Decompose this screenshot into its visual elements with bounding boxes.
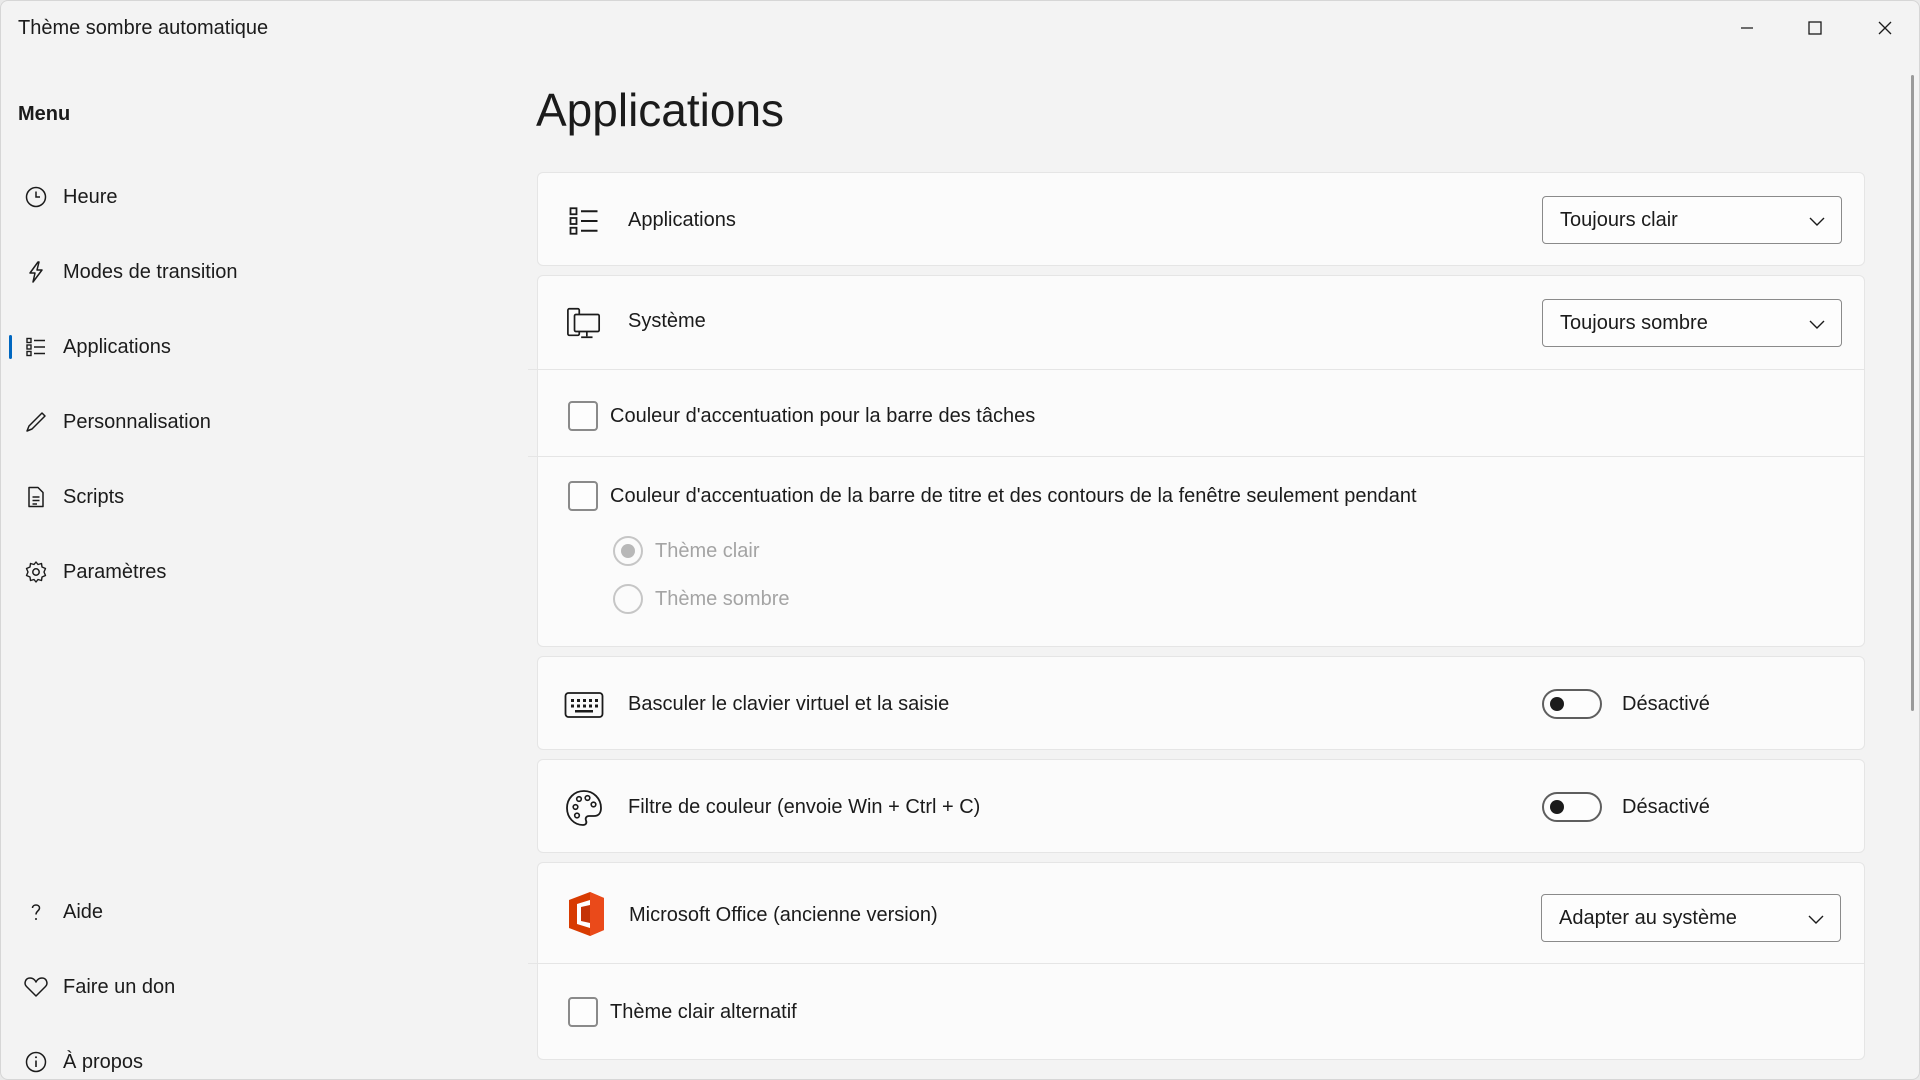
palette-icon [564,788,604,828]
sidebar-item-label: Paramètres [63,560,167,583]
minimize-button[interactable] [1713,1,1781,55]
sidebar-item-applications[interactable]: Applications [9,319,479,375]
toggle-state-label: Désactivé [1622,796,1710,818]
divider [528,456,1864,457]
system-icon [566,305,602,341]
sidebar-item-label: À propos [63,1050,144,1073]
office-label: Microsoft Office (ancienne version) [629,904,938,926]
applications-theme-dropdown[interactable]: Toujours clair [1542,196,1842,244]
keyboard-icon [564,687,604,723]
titlebar-accent-checkbox[interactable] [568,481,598,511]
sidebar-item-label: Heure [63,185,118,208]
toggle-state-label: Désactivé [1622,693,1710,715]
sidebar-item-scripts[interactable]: Scripts [9,469,479,525]
sidebar-item-label: Applications [63,335,171,358]
taskbar-accent-label: Couleur d'accentuation pour la barre des… [610,405,1036,427]
chevron-down-icon [1809,217,1825,226]
divider [528,369,1864,370]
document-icon [13,485,59,509]
sidebar-item-label: Personnalisation [63,410,211,433]
close-icon [1878,21,1892,35]
sidebar-item-label: Aide [63,900,104,923]
heart-icon [13,975,59,999]
close-button[interactable] [1851,1,1919,55]
touch-keyboard-card: Basculer le clavier virtuel et la saisie… [537,656,1865,750]
dropdown-value: Adapter au système [1559,906,1737,929]
sidebar-item-label: Modes de transition [63,260,238,283]
light-theme-label: Thème clair [655,540,760,562]
menu-title: Menu [18,103,71,125]
active-indicator [9,335,12,359]
office-card: Microsoft Office (ancienne version) Adap… [528,862,1865,1060]
page-title: Applications [536,84,785,136]
sidebar-item-aide[interactable]: Aide [9,884,479,940]
question-icon [13,900,59,924]
app-window: Thème sombre automatique Menu Heure Mode… [0,0,1920,1080]
sidebar-item-heure[interactable]: Heure [9,169,479,225]
light-theme-radio[interactable] [613,536,643,566]
lightning-icon [13,260,59,284]
divider [528,963,1864,964]
list-icon [566,203,602,239]
minimize-icon [1741,27,1753,29]
office-theme-dropdown[interactable]: Adapter au système [1541,894,1841,942]
sidebar-item-personnalisation[interactable]: Personnalisation [9,394,479,450]
scrollbar[interactable] [1911,75,1914,711]
sidebar-item-label: Faire un don [63,975,176,998]
maximize-button[interactable] [1781,1,1849,55]
chevron-down-icon [1808,915,1824,924]
alternative-light-theme-label: Thème clair alternatif [610,1001,797,1023]
color-filter-toggle[interactable] [1542,792,1602,822]
sidebar-item-parametres[interactable]: Paramètres [9,544,479,600]
touch-keyboard-label: Basculer le clavier virtuel et la saisie [628,693,950,715]
gear-icon [13,560,59,584]
sidebar-item-faire-un-don[interactable]: Faire un don [9,959,479,1015]
titlebar-accent-label: Couleur d'accentuation de la barre de ti… [610,485,1417,507]
dropdown-value: Toujours clair [1560,208,1678,231]
dark-theme-radio[interactable] [613,584,643,614]
sidebar: Menu Heure Modes de transition Applicati… [1,55,501,1079]
system-card: Système Toujours sombre Couleur d'accent… [528,275,1865,647]
taskbar-accent-checkbox[interactable] [568,401,598,431]
alternative-light-theme-checkbox[interactable] [568,997,598,1027]
sidebar-item-a-propos[interactable]: À propos [9,1034,479,1079]
chevron-down-icon [1809,320,1825,329]
applications-card: Applications Toujours clair [537,172,1865,266]
dropdown-value: Toujours sombre [1560,311,1708,334]
maximize-icon [1808,21,1822,35]
info-icon [13,1050,59,1074]
list-icon [13,335,59,359]
sidebar-item-label: Scripts [63,485,125,508]
window-title: Thème sombre automatique [18,17,269,39]
touch-keyboard-toggle[interactable] [1542,689,1602,719]
dark-theme-label: Thème sombre [655,588,790,610]
pen-icon [13,410,59,434]
color-filter-label: Filtre de couleur (envoie Win + Ctrl + C… [628,796,981,818]
clock-icon [13,185,59,209]
system-label: Système [628,310,706,332]
color-filter-card: Filtre de couleur (envoie Win + Ctrl + C… [537,759,1865,853]
applications-label: Applications [628,209,736,231]
title-bar: Thème sombre automatique [1,1,1919,55]
system-theme-dropdown[interactable]: Toujours sombre [1542,299,1842,347]
sidebar-item-modes-de-transition[interactable]: Modes de transition [9,244,479,300]
office-icon [566,890,606,938]
